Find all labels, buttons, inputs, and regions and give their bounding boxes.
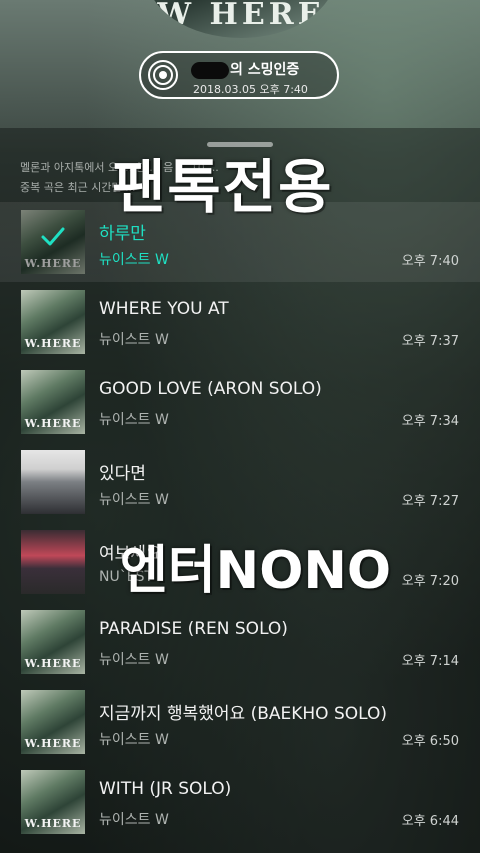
track-artist: 뉴이스트 W (99, 412, 169, 428)
track-list: W.HERE 하루만 뉴이스트 W 오후 7:40 W.HERE WHERE Y… (0, 202, 480, 842)
track-title: PARADISE (REN SOLO) (99, 619, 288, 639)
track-row[interactable]: W.HERE 지금까지 행복했어요 (BAEKHO SOLO) 뉴이스트 W 오… (0, 682, 480, 762)
track-title: WHERE YOU AT (99, 299, 229, 319)
album-cover: W.HERE (21, 770, 85, 834)
cert-date: 2018.03.05 오후 7:40 (193, 83, 308, 96)
cover-label: W.HERE (24, 257, 82, 270)
track-title: 있다면 (99, 464, 146, 484)
track-time: 오후 7:20 (401, 574, 459, 589)
track-artist: 뉴이스트 W (99, 812, 169, 828)
cover-label: W.HERE (24, 817, 82, 830)
album-cover (21, 450, 85, 514)
track-title: WITH (JR SOLO) (99, 779, 232, 799)
album-cover: W.HERE (21, 610, 85, 674)
cert-title-suffix: 의 스밍인증 (230, 62, 300, 78)
cover-label: W.HERE (24, 657, 82, 670)
track-title: GOOD LOVE (ARON SOLO) (99, 379, 322, 399)
track-artist: 뉴이스트 W (99, 732, 169, 748)
album-art-top: W HERE (146, 0, 336, 38)
header: W HERE 의 스밍인증 2018.03.05 오후 7:40 (0, 0, 480, 130)
track-time: 오후 7:14 (401, 654, 459, 669)
track-title: 지금까지 행복했어요 (BAEKHO SOLO) (99, 704, 387, 724)
track-artist: 뉴이스트 W (99, 332, 169, 348)
cover-label: W.HERE (24, 337, 82, 350)
album-cover: W.HERE (21, 290, 85, 354)
track-row[interactable]: W.HERE PARADISE (REN SOLO) 뉴이스트 W 오후 7:1… (0, 602, 480, 682)
disc-icon (148, 60, 178, 90)
album-cover: W.HERE (21, 690, 85, 754)
cover-label: W.HERE (24, 737, 82, 750)
album-cover: W.HERE (21, 370, 85, 434)
track-time: 오후 7:37 (401, 334, 459, 349)
cover-label: W.HERE (24, 417, 82, 430)
track-time: 오후 6:50 (401, 734, 459, 749)
track-row[interactable]: 있다면 뉴이스트 W 오후 7:27 (0, 442, 480, 522)
track-row[interactable]: W.HERE WHERE YOU AT 뉴이스트 W 오후 7:37 (0, 282, 480, 362)
album-cover (21, 530, 85, 594)
track-time: 오후 7:40 (401, 254, 459, 269)
watermark-top: 팬톡전용 (112, 153, 334, 221)
check-icon (41, 227, 65, 246)
track-artist: 뉴이스트 W (99, 492, 169, 508)
track-time: 오후 6:44 (401, 814, 459, 829)
track-artist: 뉴이스트 W (99, 652, 169, 668)
track-time: 오후 7:27 (401, 494, 459, 509)
redacted-username (191, 61, 229, 79)
track-row[interactable]: W.HERE WITH (JR SOLO) 뉴이스트 W 오후 6:44 (0, 762, 480, 842)
album-cover: W.HERE (21, 210, 85, 274)
watermark-middle: 엔터NONO (120, 541, 392, 601)
cert-title: 의 스밍인증 (191, 59, 299, 79)
track-artist: 뉴이스트 W (99, 252, 169, 268)
track-time: 오후 7:34 (401, 414, 459, 429)
track-row[interactable]: W.HERE GOOD LOVE (ARON SOLO) 뉴이스트 W 오후 7… (0, 362, 480, 442)
streaming-cert-badge[interactable]: 의 스밍인증 2018.03.05 오후 7:40 (139, 51, 339, 99)
album-art-text: W HERE (157, 0, 325, 32)
